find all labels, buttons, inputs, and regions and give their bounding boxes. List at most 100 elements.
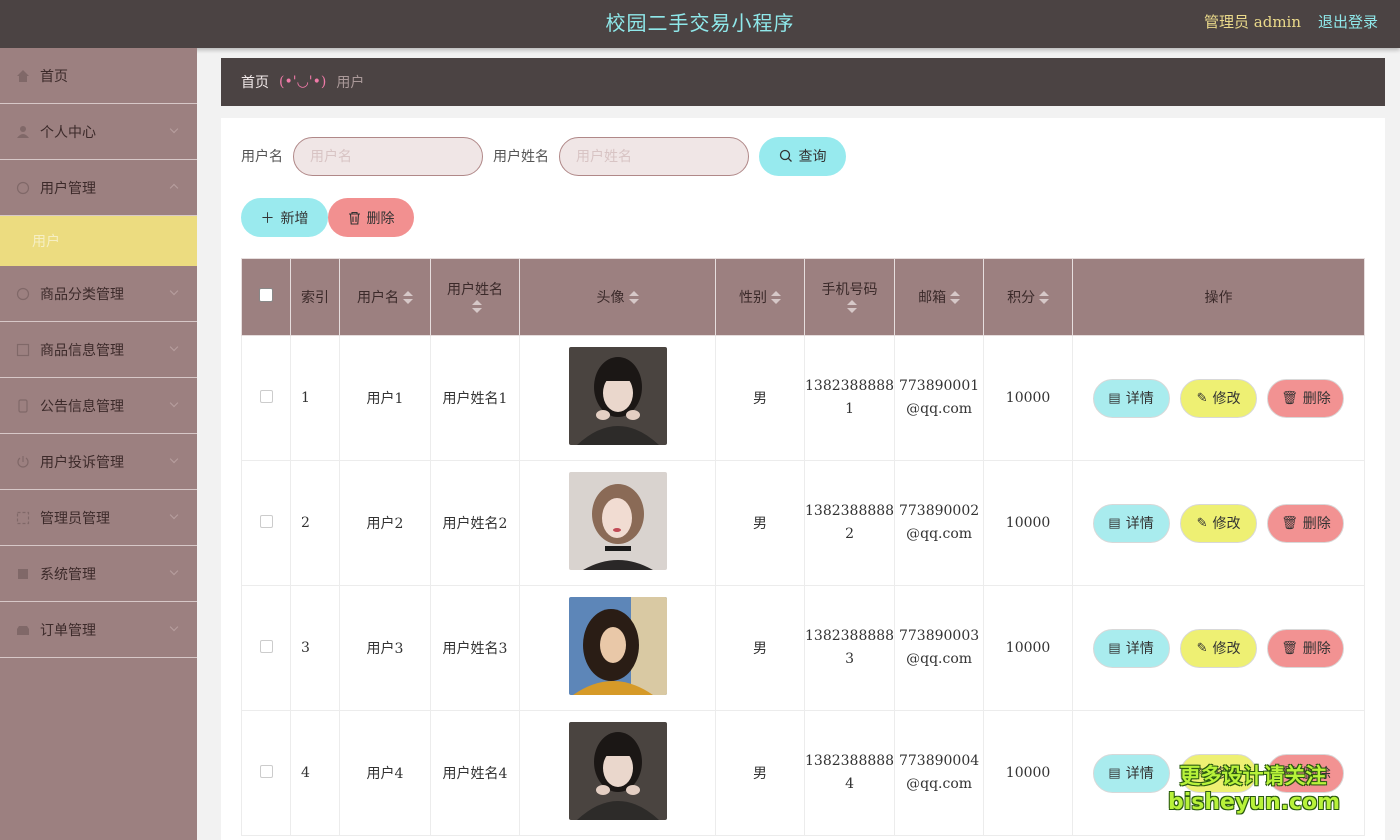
avatar-cell bbox=[519, 585, 716, 711]
sidebar-item-label: 首页 bbox=[40, 68, 68, 85]
email-text: 773890004 bbox=[898, 753, 980, 769]
sidebar-item-label: 个人中心 bbox=[40, 124, 96, 141]
category-icon bbox=[16, 287, 30, 300]
gender-cell: 男 bbox=[715, 335, 805, 461]
username-cell: 用户4 bbox=[339, 710, 431, 836]
sidebar-item-notice[interactable]: 公告信息管理 bbox=[0, 378, 197, 434]
row-checkbox[interactable] bbox=[259, 639, 273, 653]
column-header-label: 操作 bbox=[1204, 290, 1233, 306]
batch-delete-button[interactable]: 删除 bbox=[328, 198, 414, 237]
add-button[interactable]: ＋ 新增 bbox=[241, 198, 328, 237]
breadcrumb-current: 用户 bbox=[336, 75, 365, 91]
sidebar-item-profile[interactable]: 个人中心 bbox=[0, 104, 197, 160]
detail-button[interactable]: ▤ 详情 bbox=[1092, 753, 1170, 793]
avatar[interactable] bbox=[568, 597, 667, 695]
sidebar-item-complaint[interactable]: 用户投诉管理 bbox=[0, 434, 197, 490]
row-select-cell bbox=[241, 585, 291, 711]
detail-button-label: 详情 bbox=[1125, 765, 1154, 781]
chevron-down-icon bbox=[169, 622, 179, 632]
column-header-actions: 操作 bbox=[1072, 258, 1365, 336]
sidebar-item-goods[interactable]: 商品信息管理 bbox=[0, 322, 197, 378]
avatar[interactable] bbox=[568, 722, 667, 820]
sidebar-item-system[interactable]: 系统管理 bbox=[0, 546, 197, 602]
phone-cell: 1382388888 4 bbox=[803, 710, 896, 836]
sort-icon[interactable] bbox=[403, 291, 413, 305]
username-label: 用户名 bbox=[241, 149, 283, 165]
sidebar-subitem-users[interactable]: 用户 bbox=[0, 216, 197, 266]
delete-button[interactable]: 🗑 删除 bbox=[1267, 503, 1345, 543]
query-button[interactable]: 查询 bbox=[759, 136, 846, 176]
table-row: 1 用户1 用户姓名1 男 1382388888 1 773890001 @qq.c… bbox=[241, 335, 1365, 461]
document-icon: ▤ bbox=[1108, 515, 1121, 530]
logout-link[interactable]: 退出登录 bbox=[1318, 11, 1378, 32]
watermark: 更多设计请关注 bisheyun.com bbox=[1168, 760, 1340, 815]
realname-cell: 用户姓名2 bbox=[430, 460, 520, 586]
username-search-input[interactable] bbox=[293, 136, 483, 176]
email-text: 773890002 bbox=[898, 503, 980, 519]
column-header-realname[interactable]: 用户姓名 bbox=[430, 258, 520, 336]
sort-icon[interactable] bbox=[771, 291, 781, 305]
sidebar-item-order[interactable]: 订单管理 bbox=[0, 602, 197, 658]
sort-icon[interactable] bbox=[628, 291, 639, 305]
edit-button[interactable]: ✎ 修改 bbox=[1180, 503, 1258, 543]
edit-button[interactable]: ✎ 修改 bbox=[1180, 628, 1258, 668]
goods-icon bbox=[16, 343, 30, 356]
trash-icon: 🗑 bbox=[1281, 640, 1298, 655]
user-table: 索引 用户名 用户姓名 头像 性别 手机号码 邮箱 积分 操作 1 用户1 用户… bbox=[241, 258, 1365, 836]
detail-button[interactable]: ▤ 详情 bbox=[1092, 503, 1170, 543]
column-header-index: 索引 bbox=[290, 258, 340, 336]
document-icon: ▤ bbox=[1108, 765, 1121, 780]
detail-button[interactable]: ▤ 详情 bbox=[1092, 628, 1170, 668]
phone-text: 1382388888 bbox=[805, 628, 895, 644]
column-header-label: 用户名 bbox=[357, 290, 399, 306]
delete-button[interactable]: 🗑 删除 bbox=[1267, 628, 1345, 668]
detail-button[interactable]: ▤ 详情 bbox=[1092, 378, 1170, 418]
row-checkbox[interactable] bbox=[259, 514, 273, 528]
row-checkbox[interactable] bbox=[259, 764, 273, 778]
order-icon bbox=[17, 625, 29, 635]
select-all-checkbox[interactable] bbox=[259, 288, 273, 302]
sidebar-item-label: 商品分类管理 bbox=[40, 286, 124, 303]
column-header-points[interactable]: 积分 bbox=[983, 258, 1074, 336]
phone-text: 1382388888 bbox=[805, 503, 895, 519]
sidebar: 首页 个人中心 用户管理 用户 商品分类管理 商品信息管理 公告信息管理 用户投… bbox=[0, 48, 197, 840]
row-checkbox[interactable] bbox=[259, 389, 273, 403]
sort-icon[interactable] bbox=[950, 291, 961, 305]
sidebar-item-category[interactable]: 商品分类管理 bbox=[0, 266, 197, 322]
email-text: @qq.com bbox=[906, 401, 973, 417]
user-icon bbox=[17, 125, 29, 138]
column-header-gender[interactable]: 性别 bbox=[715, 258, 805, 336]
sidebar-item-home[interactable]: 首页 bbox=[0, 48, 197, 104]
avatar-cell bbox=[519, 335, 716, 461]
chevron-down-icon bbox=[169, 124, 179, 134]
delete-button[interactable]: 🗑 删除 bbox=[1267, 378, 1345, 418]
phone-text: 2 bbox=[845, 526, 854, 542]
sort-icon[interactable] bbox=[846, 300, 857, 314]
edit-button-label: 修改 bbox=[1212, 390, 1241, 406]
sidebar-item-user-management[interactable]: 用户管理 bbox=[0, 160, 197, 216]
column-header-email[interactable]: 邮箱 bbox=[894, 258, 985, 336]
trash-icon: 🗑 bbox=[1281, 390, 1298, 405]
edit-button-label: 修改 bbox=[1212, 515, 1241, 531]
breadcrumb-home[interactable]: 首页 bbox=[241, 72, 269, 92]
column-header-label: 性别 bbox=[739, 290, 767, 306]
avatar[interactable] bbox=[568, 472, 667, 570]
sidebar-item-admin[interactable]: 管理员管理 bbox=[0, 490, 197, 546]
avatar[interactable] bbox=[568, 347, 667, 445]
realname-search-input[interactable] bbox=[559, 136, 749, 176]
column-header-avatar[interactable]: 头像 bbox=[519, 258, 716, 336]
sort-icon[interactable] bbox=[472, 300, 482, 314]
column-header-username[interactable]: 用户名 bbox=[339, 258, 431, 336]
edit-button-label: 修改 bbox=[1212, 640, 1241, 656]
column-header-label: 手机号码 bbox=[821, 282, 878, 298]
delete-button-label: 删除 bbox=[1302, 390, 1331, 406]
admin-label: 管理员 admin bbox=[1204, 13, 1301, 31]
sidebar-item-label: 用户投诉管理 bbox=[40, 454, 124, 471]
phone-cell: 1382388888 3 bbox=[803, 585, 896, 711]
column-header-label: 头像 bbox=[596, 290, 625, 306]
phone-text: 3 bbox=[845, 651, 854, 667]
sort-icon[interactable] bbox=[1039, 291, 1050, 305]
column-header-phone[interactable]: 手机号码 bbox=[803, 258, 896, 336]
username-cell: 用户1 bbox=[339, 335, 431, 461]
edit-button[interactable]: ✎ 修改 bbox=[1180, 378, 1258, 418]
